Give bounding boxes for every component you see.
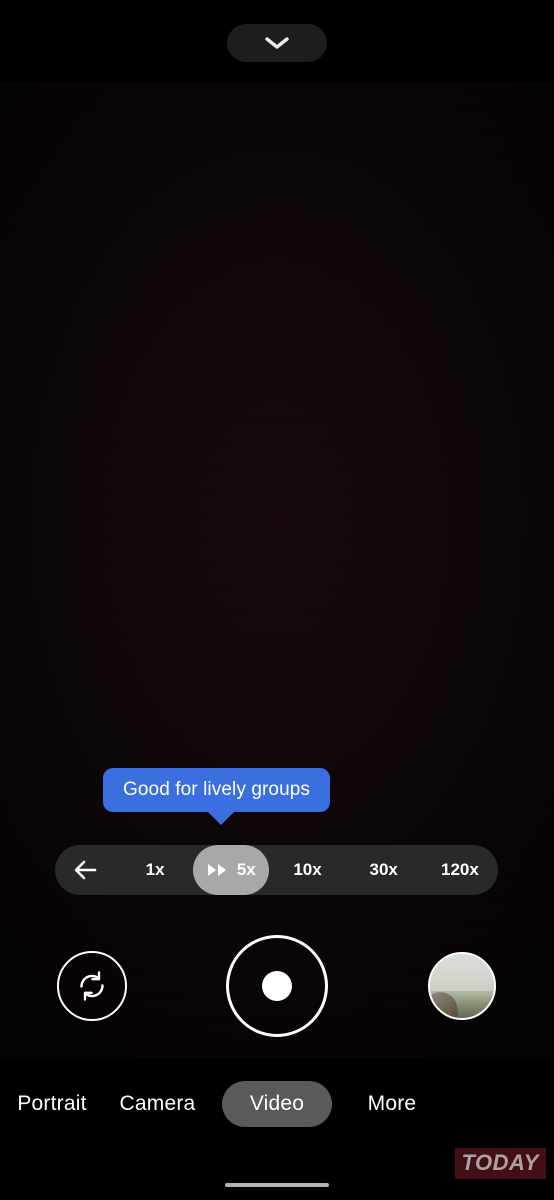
gallery-thumbnail-button[interactable] (427, 952, 496, 1020)
top-bar (0, 0, 554, 82)
zoom-option-label: 1x (145, 860, 165, 879)
zoom-option-label: 30x (369, 860, 398, 879)
shutter-slot (185, 935, 370, 1037)
zoom-option-1x[interactable]: 1x (117, 845, 193, 895)
tooltip-arrow (208, 812, 234, 825)
mode-tab-more[interactable]: More (342, 1081, 442, 1127)
zoom-back-button[interactable] (55, 845, 117, 895)
watermark-today: TODAY (454, 1148, 546, 1179)
zoom-option-label: 120x (441, 860, 479, 879)
camera-viewfinder[interactable] (0, 82, 554, 1058)
record-button-icon (262, 971, 292, 1001)
mode-tab-camera[interactable]: Camera (100, 1081, 215, 1127)
zoom-hint-text: Good for lively groups (103, 768, 331, 812)
viewfinder-noise (0, 82, 554, 1058)
home-indicator[interactable] (225, 1183, 329, 1187)
flip-camera-button[interactable] (57, 951, 128, 1021)
zoom-option-120x[interactable]: 120x (422, 845, 498, 895)
zoom-options-list: 1x 5x 10x 30x 120x (117, 845, 498, 895)
camera-app-screen: Good for lively groups 1x 5x 10x 30x 120… (0, 0, 554, 1200)
flip-camera-slot (0, 951, 185, 1021)
zoom-option-label: 5x (236, 860, 256, 879)
camera-mode-selector: Portrait Camera Video More (0, 1078, 554, 1130)
thumbnail-haze (429, 954, 494, 1018)
expand-settings-button[interactable] (227, 24, 327, 62)
chevron-down-icon (264, 35, 290, 51)
mode-tab-video[interactable]: Video (222, 1081, 332, 1127)
arrow-left-icon (73, 859, 99, 881)
fast-forward-icon (207, 863, 229, 877)
mode-tab-portrait[interactable]: Portrait (0, 1081, 107, 1127)
zoom-hint-tooltip: Good for lively groups (103, 768, 331, 825)
capture-controls-row (0, 930, 554, 1042)
zoom-option-10x[interactable]: 10x (269, 845, 345, 895)
zoom-option-label: 10x (293, 860, 322, 879)
zoom-option-30x[interactable]: 30x (346, 845, 422, 895)
zoom-option-5x[interactable]: 5x (193, 845, 270, 895)
gallery-slot (369, 952, 554, 1020)
zoom-level-bar[interactable]: 1x 5x 10x 30x 120x (55, 845, 498, 895)
camera-flip-icon (73, 967, 111, 1005)
record-button[interactable] (226, 935, 328, 1037)
